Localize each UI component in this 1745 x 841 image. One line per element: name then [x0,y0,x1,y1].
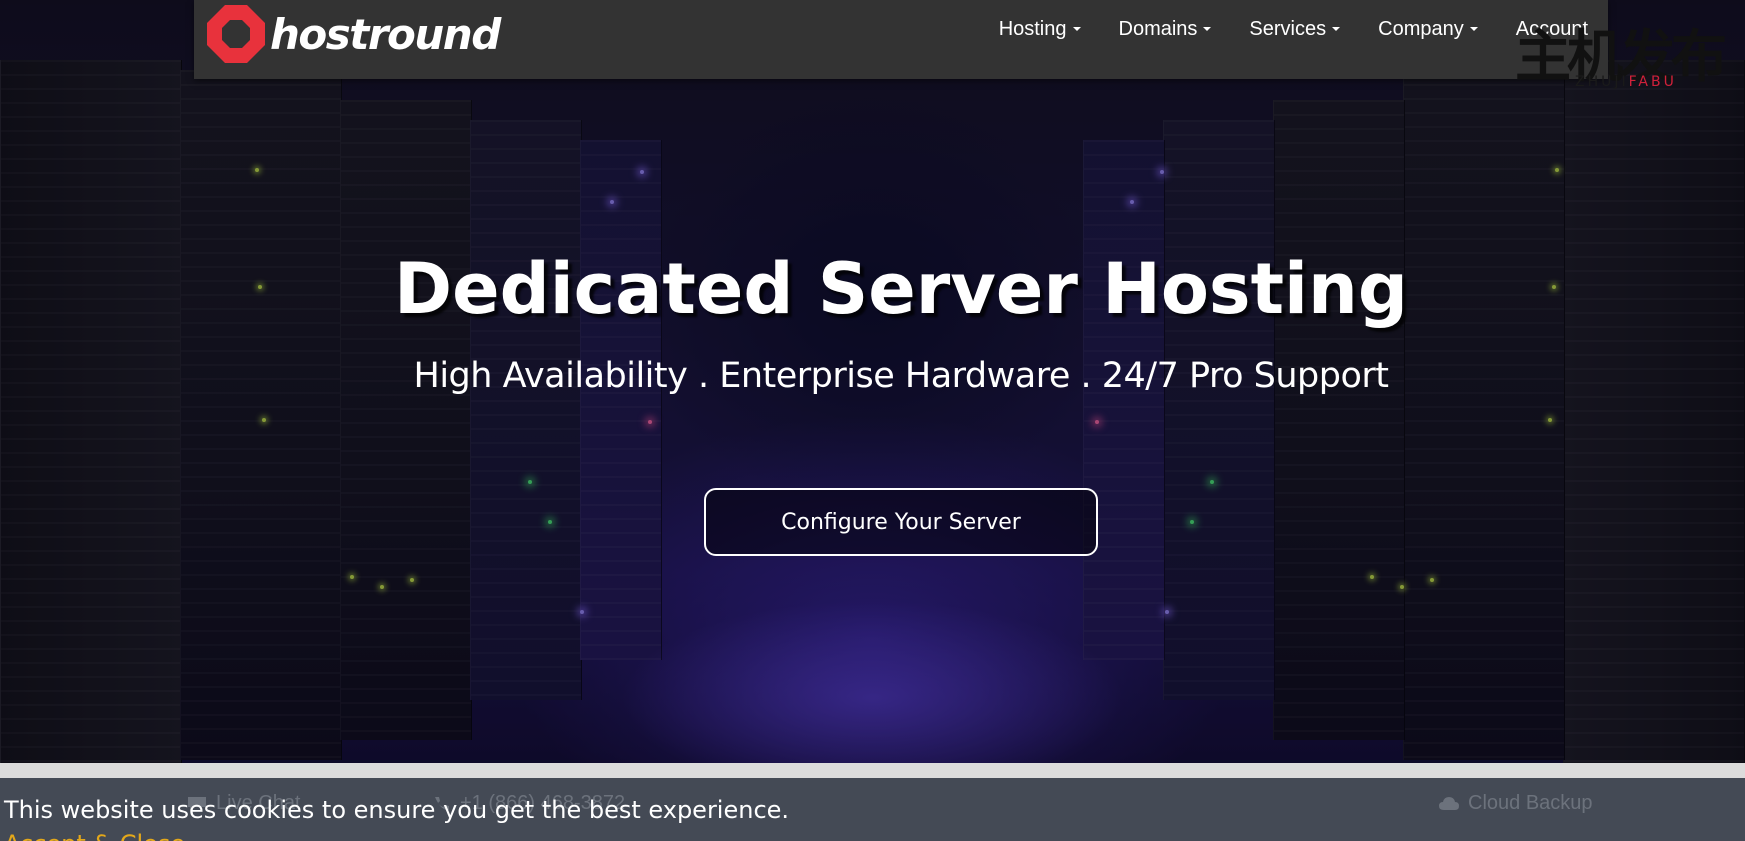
page: hostround Hosting Domains Services Compa… [0,0,1745,841]
cookie-message: This website uses cookies to ensure you … [4,796,790,824]
nav-item-hosting[interactable]: Hosting [999,18,1081,41]
navbar: hostround Hosting Domains Services Compa… [194,0,1608,79]
nav-item-company[interactable]: Company [1378,18,1478,41]
logo-octagon-icon [207,5,265,63]
hero-title: Dedicated Server Hosting [394,248,1408,330]
watermark-en: ZHUJIFABU [1575,74,1677,90]
cloud-backup-link[interactable]: Cloud Backup [1438,792,1593,815]
nav-menu: Hosting Domains Services Company Account [961,0,1588,58]
caret-down-icon [1332,27,1341,31]
configure-server-button[interactable]: Configure Your Server [704,488,1098,556]
watermark-logo: 主机发布 ZHUJIFABU [1515,28,1727,98]
nav-item-services[interactable]: Services [1249,17,1341,41]
logo-text: hostround [270,9,501,59]
caret-down-icon [1072,27,1081,31]
nav-item-label: Company [1378,17,1464,40]
cloud-backup-label: Cloud Backup [1468,792,1593,814]
nav-item-domains[interactable]: Domains [1119,18,1212,41]
hero-subtitle: High Availability . Enterprise Hardware … [413,356,1389,396]
nav-item-label: Services [1249,17,1327,40]
section-divider [0,763,1745,778]
nav-item-label: Domains [1118,17,1198,40]
caret-down-icon [1203,27,1212,31]
cookie-accept-link[interactable]: Accept & Close [4,830,185,841]
caret-down-icon [1469,27,1478,31]
nav-item-label: Hosting [998,17,1067,40]
logo[interactable]: hostround [204,0,501,68]
cloud-icon [1439,796,1459,810]
